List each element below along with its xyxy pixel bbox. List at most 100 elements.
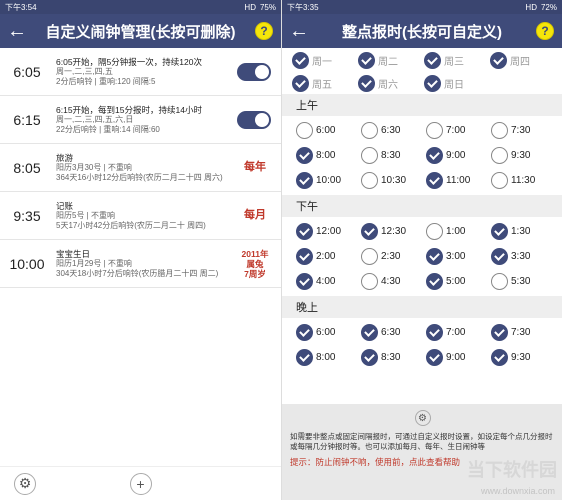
time-slot-label: 2:30 bbox=[381, 251, 401, 262]
weekday-checkbox[interactable]: 周五 bbox=[292, 75, 358, 92]
time-slot-checkbox[interactable]: 7:30 bbox=[491, 122, 556, 139]
time-slot-label: 1:00 bbox=[446, 226, 466, 237]
time-slot-checkbox[interactable]: 2:30 bbox=[361, 248, 426, 265]
watermark-url: www.downxia.com bbox=[480, 486, 555, 496]
time-slot-label: 9:00 bbox=[446, 352, 466, 363]
check-icon bbox=[426, 172, 443, 189]
weekday-selector: 周一 周二 周三 周四周五 周六 周日 bbox=[282, 48, 562, 94]
time-slot-checkbox[interactable]: 6:00 bbox=[296, 122, 361, 139]
check-icon bbox=[361, 172, 378, 189]
status-bar: 下午3:54 HD 75% bbox=[0, 0, 281, 14]
time-slot-label: 11:00 bbox=[446, 175, 471, 186]
time-slot-checkbox[interactable]: 6:30 bbox=[361, 122, 426, 139]
weekday-checkbox[interactable]: 周二 bbox=[358, 52, 424, 69]
alarm-info: 记账 阳历5号 | 不重响 5天17小时42分后响铃(农历二月二十 周四) bbox=[48, 201, 235, 231]
check-icon bbox=[491, 349, 508, 366]
time-slot-checkbox[interactable]: 9:30 bbox=[491, 349, 556, 366]
alarm-detail: 阳历1月29号 | 不重响 bbox=[56, 258, 132, 268]
alarm-row[interactable]: 6:05 6:05开始，隔5分钟报一次，持续120次 周一,二,三,四,五 2分… bbox=[0, 48, 281, 96]
time-slot-checkbox[interactable]: 11:00 bbox=[426, 172, 491, 189]
weekday-checkbox[interactable]: 周一 bbox=[292, 52, 358, 69]
time-slot-checkbox[interactable]: 8:00 bbox=[296, 349, 361, 366]
time-slot-checkbox[interactable]: 7:00 bbox=[426, 324, 491, 341]
alarm-toggle[interactable] bbox=[237, 62, 271, 81]
alarm-title: 记账 bbox=[56, 200, 74, 211]
check-icon bbox=[296, 324, 313, 341]
time-slot-grid: 6:00 6:30 7:00 7:30 8:00 8:30 9:00 9:30 10:00 10:… bbox=[282, 116, 562, 195]
help-button[interactable]: ? bbox=[536, 22, 554, 40]
check-icon bbox=[296, 147, 313, 164]
repeat-tag: 每月 bbox=[244, 209, 266, 221]
weekday-label: 周二 bbox=[378, 57, 398, 68]
weekday-checkbox[interactable]: 周三 bbox=[424, 52, 490, 69]
time-slot-checkbox[interactable]: 5:00 bbox=[426, 273, 491, 290]
alarm-countdown: 304天18小时7分后响铃(农历腊月二十四 周二) bbox=[56, 268, 219, 278]
time-slot-checkbox[interactable]: 3:30 bbox=[491, 248, 556, 265]
help-button[interactable]: ? bbox=[255, 22, 273, 40]
alarm-list: 6:05 6:05开始，隔5分钟报一次，持续120次 周一,二,三,四,五 2分… bbox=[0, 48, 281, 288]
check-icon bbox=[424, 75, 441, 92]
time-slot-checkbox[interactable]: 2:00 bbox=[296, 248, 361, 265]
check-icon bbox=[491, 273, 508, 290]
alarm-detail: 周一,二,三,四,五,六,日 bbox=[56, 114, 134, 124]
time-slot-checkbox[interactable]: 9:00 bbox=[426, 349, 491, 366]
time-slot-checkbox[interactable]: 7:00 bbox=[426, 122, 491, 139]
section-header: 上午 bbox=[282, 94, 562, 116]
check-icon bbox=[426, 223, 443, 240]
help-footer[interactable]: ⚙ 如需要非整点或固定间隔报时，可通过自定义报时设置，如设定每个点几分报时或每隔… bbox=[282, 404, 562, 500]
time-slot-label: 7:00 bbox=[446, 327, 466, 338]
alarm-title: 旅游 bbox=[56, 152, 74, 163]
time-slot-checkbox[interactable]: 5:30 bbox=[491, 273, 556, 290]
weekday-checkbox[interactable]: 周四 bbox=[490, 52, 556, 69]
time-slot-checkbox[interactable]: 12:30 bbox=[361, 223, 426, 240]
time-slot-checkbox[interactable]: 4:00 bbox=[296, 273, 361, 290]
watermark-logo: 当下软件园 bbox=[467, 460, 557, 480]
alarm-title: 6:05开始，隔5分钟报一次，持续120次 bbox=[56, 56, 202, 67]
alarm-row[interactable]: 6:15 6:15开始，每到15分报时，持续14小时 周一,二,三,四,五,六,… bbox=[0, 96, 281, 144]
time-slot-checkbox[interactable]: 6:00 bbox=[296, 324, 361, 341]
check-icon bbox=[361, 273, 378, 290]
time-slot-checkbox[interactable]: 11:30 bbox=[491, 172, 556, 189]
weekday-label: 周一 bbox=[312, 57, 332, 68]
section-header: 下午 bbox=[282, 195, 562, 217]
weekday-label: 周四 bbox=[510, 57, 530, 68]
time-slot-checkbox[interactable]: 1:30 bbox=[491, 223, 556, 240]
time-slot-checkbox[interactable]: 12:00 bbox=[296, 223, 361, 240]
settings-gear-icon[interactable]: ⚙ bbox=[14, 472, 36, 495]
time-slot-grid: 6:00 6:30 7:00 7:30 8:00 8:30 9:00 9:30 bbox=[282, 318, 562, 372]
weekday-checkbox[interactable]: 周日 bbox=[424, 75, 490, 92]
alarm-info: 宝宝生日 阳历1月29号 | 不重响 304天18小时7分后响铃(农历腊月二十四… bbox=[48, 249, 235, 279]
alarm-toggle[interactable] bbox=[237, 110, 271, 129]
settings-gear-icon[interactable]: ⚙ bbox=[414, 410, 431, 426]
time-slot-checkbox[interactable]: 8:30 bbox=[361, 147, 426, 164]
time-slot-checkbox[interactable]: 10:30 bbox=[361, 172, 426, 189]
check-icon bbox=[491, 147, 508, 164]
time-slot-checkbox[interactable]: 9:30 bbox=[491, 147, 556, 164]
time-slot-checkbox[interactable]: 9:00 bbox=[426, 147, 491, 164]
repeat-tag: 每年 bbox=[244, 161, 266, 173]
alarm-countdown: 2分后响铃 | 重响:120 间隔:5 bbox=[56, 76, 156, 86]
weekday-label: 周六 bbox=[378, 80, 398, 91]
time-slot-label: 10:00 bbox=[316, 175, 342, 186]
alarm-row[interactable]: 8:05 旅游 阳历3月30号 | 不重响 364天16小时12分后响铃(农历二… bbox=[0, 144, 281, 192]
weekday-label: 周五 bbox=[312, 80, 332, 91]
time-slot-label: 3:00 bbox=[446, 251, 466, 262]
alarm-row[interactable]: 10:00 宝宝生日 阳历1月29号 | 不重响 304天18小时7分后响铃(农… bbox=[0, 240, 281, 288]
time-slot-checkbox[interactable]: 6:30 bbox=[361, 324, 426, 341]
alarm-countdown: 5天17小时42分后响铃(农历二月二十 周四) bbox=[56, 220, 206, 230]
time-slot-checkbox[interactable]: 1:00 bbox=[426, 223, 491, 240]
time-slot-checkbox[interactable]: 8:30 bbox=[361, 349, 426, 366]
add-alarm-button[interactable]: + bbox=[129, 472, 152, 495]
time-slot-checkbox[interactable]: 3:00 bbox=[426, 248, 491, 265]
time-slot-label: 5:00 bbox=[446, 276, 466, 287]
time-slot-checkbox[interactable]: 10:00 bbox=[296, 172, 361, 189]
check-icon bbox=[296, 273, 313, 290]
time-slot-grid: 12:00 12:30 1:00 1:30 2:00 2:30 3:00 3:30 4:00 4:… bbox=[282, 217, 562, 296]
time-slot-checkbox[interactable]: 4:30 bbox=[361, 273, 426, 290]
time-slot-checkbox[interactable]: 7:30 bbox=[491, 324, 556, 341]
alarm-manager-screen: 下午3:54 HD 75% ← 自定义闹钟管理(长按可删除) ? 6:05 6:… bbox=[0, 0, 281, 500]
weekday-checkbox[interactable]: 周六 bbox=[358, 75, 424, 92]
alarm-row[interactable]: 9:35 记账 阳历5号 | 不重响 5天17小时42分后响铃(农历二月二十 周… bbox=[0, 192, 281, 240]
time-slot-checkbox[interactable]: 8:00 bbox=[296, 147, 361, 164]
check-icon bbox=[426, 122, 443, 139]
